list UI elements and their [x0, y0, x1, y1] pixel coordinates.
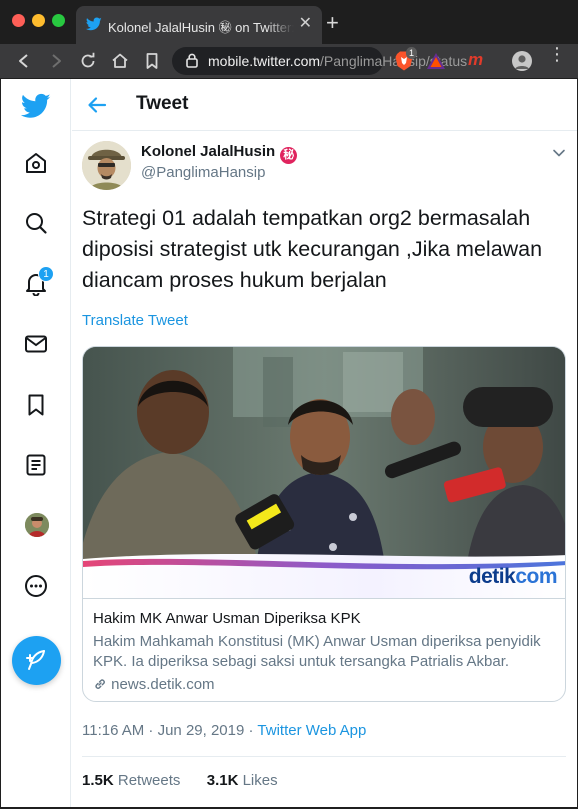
sidebar-item-profile-avatar[interactable] — [25, 513, 49, 537]
card-domain: news.detik.com — [93, 676, 559, 693]
tab-title: Kolonel JalalHusin ㊙ on Twitter: "S — [108, 20, 294, 35]
brave-rewards-icon[interactable] — [426, 52, 446, 70]
tweet-stats: 1.5K Retweets 3.1K Likes — [82, 772, 278, 789]
extensions-area: 1 — [392, 47, 452, 74]
author-name[interactable]: Kolonel JalalHusin 秘 — [141, 143, 298, 164]
retweets-label: Retweets — [113, 772, 181, 789]
likes-label: Likes — [238, 772, 278, 789]
twitter-logo-icon[interactable] — [21, 91, 51, 121]
page-title: Tweet — [136, 93, 189, 114]
twitter-page: 1 Tweet Kolonel JalalHusin 秘 @PanglimaHa… — [1, 79, 577, 807]
sidebar-item-messages[interactable] — [23, 331, 49, 357]
bookmark-page-icon[interactable] — [142, 51, 162, 71]
link-card[interactable]: detikcom Hakim MK Anwar Usman Diperiksa … — [82, 346, 566, 702]
sidebar-nav: 1 — [1, 79, 71, 807]
sidebar-item-explore[interactable] — [23, 210, 49, 236]
window-titlebar: Kolonel JalalHusin ㊙ on Twitter: "S ✕ + — [0, 0, 578, 44]
tweet-source[interactable]: Twitter Web App — [257, 722, 366, 739]
sidebar-item-bookmarks[interactable] — [23, 392, 49, 418]
url-host: mobile.twitter.com — [208, 53, 321, 69]
card-body: Hakim MK Anwar Usman Diperiksa KPK Hakim… — [93, 610, 559, 693]
compose-feather-icon — [26, 650, 45, 670]
card-domain-text: news.detik.com — [111, 676, 215, 693]
tweet-text: Strategi 01 adalah tempatkan org2 bermas… — [82, 206, 543, 292]
likes-stat[interactable]: 3.1K Likes — [207, 772, 278, 789]
card-title: Hakim MK Anwar Usman Diperiksa KPK — [93, 610, 361, 627]
detik-logo: detikcom — [468, 565, 558, 589]
divider — [82, 756, 566, 757]
address-bar[interactable]: mobile.twitter.com/PanglimaHansip/status — [172, 47, 467, 75]
likes-count: 3.1K — [206, 772, 239, 789]
sidebar-item-more[interactable] — [23, 573, 49, 599]
maximize-window-button[interactable] — [52, 14, 65, 27]
author-name-text: Kolonel JalalHusin — [141, 143, 276, 160]
tweet-header: Tweet — [72, 79, 577, 131]
back-arrow-icon[interactable] — [14, 51, 34, 71]
tweet-timestamp[interactable]: 11:16 AM · Jun 29, 2019 · — [82, 722, 257, 739]
lock-icon — [186, 53, 198, 68]
close-window-button[interactable] — [12, 14, 25, 27]
new-tab-button[interactable]: + — [326, 12, 339, 34]
link-icon — [95, 679, 105, 689]
chevron-down-icon[interactable] — [551, 145, 567, 161]
main-column: Tweet Kolonel JalalHusin 秘 @PanglimaHansi… — [72, 79, 577, 807]
card-description: Hakim Mahkamah Konstitusi (MK) Anwar Usm… — [93, 633, 541, 670]
detik-logo-com: com — [515, 565, 557, 588]
minimize-window-button[interactable] — [32, 14, 45, 27]
author-handle[interactable]: @PanglimaHansip — [141, 164, 265, 181]
extension-badge: 1 — [406, 47, 418, 59]
detik-logo-word: detik — [468, 565, 516, 588]
m-extension-icon[interactable]: m — [468, 50, 483, 70]
browser-toolbar: mobile.twitter.com/PanglimaHansip/status… — [0, 44, 578, 78]
retweets-count: 1.5K — [82, 772, 114, 789]
secret-emoji-icon: 秘 — [280, 147, 298, 164]
card-image: detikcom — [83, 347, 565, 599]
translate-tweet-link[interactable]: Translate Tweet — [82, 312, 188, 329]
tab-close-icon[interactable]: ✕ — [299, 15, 312, 33]
sidebar-item-home[interactable] — [23, 150, 49, 176]
reload-icon[interactable] — [78, 51, 98, 71]
back-arrow-icon[interactable] — [86, 94, 108, 116]
browser-menu-icon[interactable]: ⋮ — [548, 45, 566, 63]
notification-badge: 1 — [38, 266, 54, 282]
retweets-stat[interactable]: 1.5K Retweets — [82, 772, 180, 789]
home-browser-icon[interactable] — [110, 51, 130, 71]
author-avatar[interactable] — [82, 141, 131, 190]
browser-tab[interactable]: Kolonel JalalHusin ㊙ on Twitter: "S ✕ — [76, 6, 322, 44]
tweet-meta: 11:16 AM · Jun 29, 2019 · Twitter Web Ap… — [82, 722, 366, 739]
compose-tweet-button[interactable] — [12, 636, 61, 685]
sidebar-item-lists[interactable] — [23, 452, 49, 478]
browser-profile-icon[interactable] — [512, 51, 532, 71]
forward-arrow-icon[interactable] — [46, 51, 66, 71]
twitter-favicon-icon — [86, 17, 102, 31]
